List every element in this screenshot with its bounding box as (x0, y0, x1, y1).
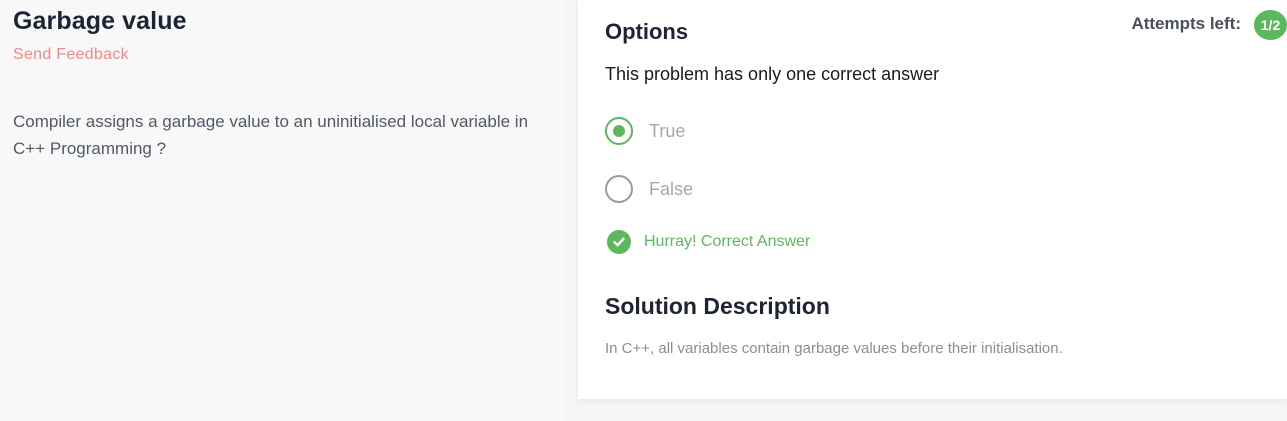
check-circle-icon (607, 230, 631, 254)
option-label: True (649, 120, 686, 141)
result-text: Hurray! Correct Answer (644, 233, 811, 250)
question-text: Compiler assigns a garbage value to an u… (13, 112, 529, 158)
options-panel: Options Attempts left: 1/2 This problem … (578, 0, 1287, 399)
option-label: False (649, 178, 694, 199)
option-true[interactable]: True (605, 117, 685, 145)
send-feedback-link[interactable]: Send Feedback (13, 46, 129, 64)
problem-note: This problem has only one correct answer (605, 64, 940, 84)
radio-selected-icon[interactable] (605, 117, 633, 145)
solution-text: In C++, all variables contain garbage va… (605, 340, 1063, 357)
radio-empty-icon[interactable] (605, 175, 633, 203)
attempts-badge: 1/2 (1254, 10, 1287, 40)
option-false[interactable]: False (605, 175, 693, 203)
solution-heading: Solution Description (605, 293, 830, 319)
result-message: Hurray! Correct Answer (607, 230, 810, 254)
attempts-label: Attempts left: (1131, 14, 1241, 33)
question-title: Garbage value (13, 7, 187, 35)
options-heading: Options (605, 19, 689, 44)
question-panel: Garbage value Send Feedback Compiler ass… (0, 0, 565, 421)
